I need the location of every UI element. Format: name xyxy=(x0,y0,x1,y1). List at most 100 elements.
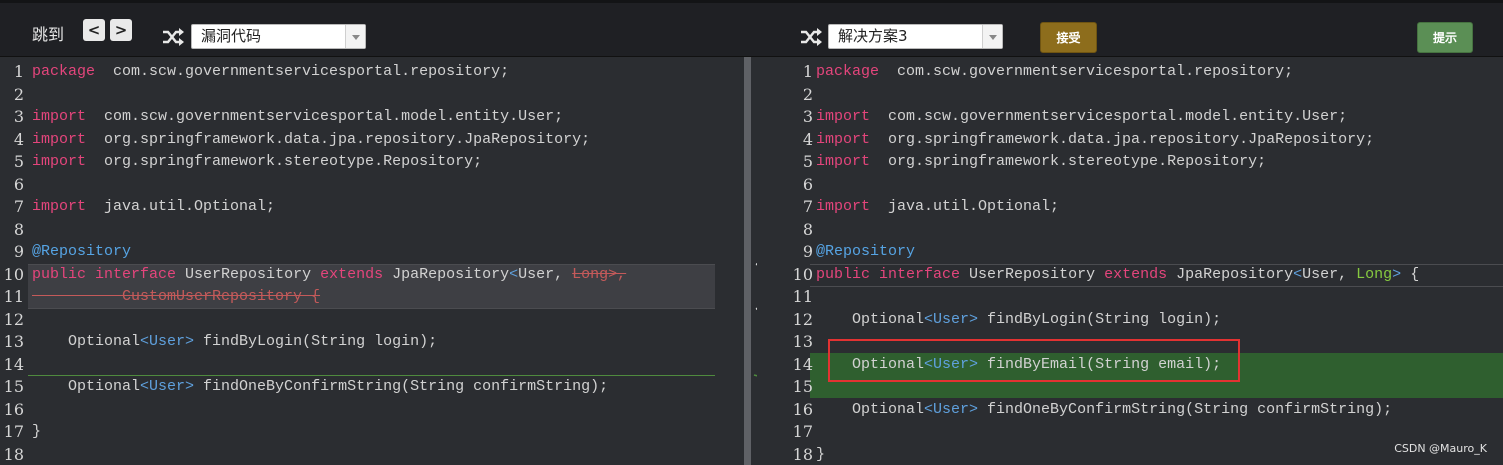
code-text: package com.scw.governmentservicesportal… xyxy=(32,61,509,84)
code-token: import xyxy=(816,198,871,215)
code-text: CustomUserRepository { xyxy=(32,286,320,309)
line-number: 9 xyxy=(802,242,813,261)
line-number: 2 xyxy=(802,84,813,104)
code-token: Long xyxy=(1356,265,1393,283)
line-number: 13 xyxy=(3,332,24,351)
code-line: 2 xyxy=(0,84,742,107)
code-token: <User> xyxy=(140,333,195,350)
line-number: 16 xyxy=(3,399,24,419)
left-code-pane[interactable]: 1 package com.scw.governmentservicesporta… xyxy=(0,57,742,465)
code-token: UserRepository xyxy=(176,265,321,283)
code-line: 9 @Repository xyxy=(757,241,1503,264)
code-token: } xyxy=(816,445,826,463)
code-text: @Repository xyxy=(32,241,131,264)
line-number: 4 xyxy=(13,129,24,149)
code-token: Optional xyxy=(32,378,141,395)
hint-button[interactable]: 提示 xyxy=(1417,22,1473,53)
prev-diff-button[interactable]: < xyxy=(83,19,105,41)
code-line: 6 xyxy=(757,174,1503,197)
code-token: import xyxy=(32,153,87,170)
line-number: 14 xyxy=(3,354,24,374)
line-number: 13 xyxy=(792,332,813,351)
code-token: org.springframework.data.jpa.repository.… xyxy=(86,130,591,148)
code-text: } xyxy=(816,444,825,465)
highlight-box xyxy=(828,339,1240,382)
line-number: 3 xyxy=(13,107,24,126)
code-token: import xyxy=(32,108,87,125)
code-token: import xyxy=(816,153,871,170)
chevron-down-icon[interactable] xyxy=(982,25,1002,48)
code-text: import org.springframework.data.jpa.repo… xyxy=(816,129,1374,152)
code-line: 10 public interface UserRepository extend… xyxy=(0,264,742,287)
jump-label: 跳到 xyxy=(32,25,65,44)
code-token: com.scw.governmentservicesportal.model.e… xyxy=(870,108,1348,125)
shuffle-icon xyxy=(801,28,822,46)
line-number: 16 xyxy=(792,399,813,419)
code-token: < xyxy=(509,265,519,283)
line-number: 8 xyxy=(13,219,24,239)
line-number: 6 xyxy=(13,174,24,194)
code-line: 5 import org.springframework.stereotype.R… xyxy=(0,151,742,174)
line-number: 7 xyxy=(13,197,24,216)
code-token: java.util.Optional; xyxy=(870,198,1060,215)
code-line: 11 xyxy=(757,286,1503,309)
code-token: Optional xyxy=(816,310,925,328)
code-text: import java.util.Optional; xyxy=(816,196,1059,219)
code-token: com.scw.governmentservicesportal.reposit… xyxy=(879,63,1294,80)
code-token: extends xyxy=(320,265,384,283)
code-token: } xyxy=(32,423,42,440)
code-line: 3 import com.scw.governmentservicesportal… xyxy=(757,106,1503,129)
code-line: 4 import org.springframework.data.jpa.rep… xyxy=(0,129,742,152)
chevron-down-icon[interactable] xyxy=(345,25,365,48)
code-line: 7 import java.util.Optional; xyxy=(0,196,742,219)
code-token: interface xyxy=(95,265,177,283)
code-token: org.springframework.stereotype.Repositor… xyxy=(86,153,483,170)
code-line: 17} xyxy=(0,421,742,444)
next-diff-button[interactable]: > xyxy=(110,19,132,41)
code-text: Optional<User> findOneByConfirmString(St… xyxy=(816,399,1392,422)
code-line: 10 public interface UserRepository extend… xyxy=(757,264,1503,287)
code-token: <User> xyxy=(924,400,979,418)
right-source-select[interactable]: 解决方案3 xyxy=(828,24,1003,49)
left-select-value: 漏洞代码 xyxy=(201,27,262,45)
line-number: 9 xyxy=(13,242,24,261)
code-token: JpaRepository xyxy=(383,265,510,283)
code-token: package xyxy=(816,63,880,80)
code-line: 12 xyxy=(0,309,742,332)
code-line: 7 import java.util.Optional; xyxy=(757,196,1503,219)
code-text: package com.scw.governmentservicesportal… xyxy=(816,61,1293,84)
code-token: import xyxy=(32,198,87,215)
code-token: com.scw.governmentservicesportal.reposit… xyxy=(95,63,510,80)
code-token: org.springframework.stereotype.Repositor… xyxy=(870,153,1267,170)
line-number: 12 xyxy=(3,309,24,329)
code-line: 8 xyxy=(757,219,1503,242)
code-line: 11 CustomUserRepository { xyxy=(0,286,742,309)
code-token: Long>, xyxy=(572,265,627,283)
code-text: } xyxy=(32,421,41,444)
code-token: com.scw.governmentservicesportal.model.e… xyxy=(86,108,564,125)
code-line: 4 import org.springframework.data.jpa.rep… xyxy=(757,129,1503,152)
code-text: import com.scw.governmentservicesportal.… xyxy=(32,106,563,129)
code-token: public xyxy=(816,265,871,283)
code-token: Optional xyxy=(816,400,925,418)
code-token: User, xyxy=(518,265,573,283)
code-line: 13 Optional<User> findByLogin(String log… xyxy=(0,331,742,354)
code-token: <User> xyxy=(140,378,195,395)
line-number: 18 xyxy=(792,444,813,464)
left-source-select[interactable]: 漏洞代码 xyxy=(191,24,366,49)
line-number: 1 xyxy=(13,62,24,81)
code-line: 6 xyxy=(0,174,742,197)
code-token: public xyxy=(32,265,87,283)
line-number: 8 xyxy=(802,219,813,239)
right-code-pane[interactable]: 1 package com.scw.governmentservicesporta… xyxy=(757,57,1503,465)
accept-button[interactable]: 接受 xyxy=(1040,22,1097,53)
code-text: public interface UserRepository extends … xyxy=(816,264,1419,287)
code-token: < xyxy=(1293,265,1303,283)
code-line: 3 import com.scw.governmentservicesportal… xyxy=(0,106,742,129)
code-token: findByLogin(String login); xyxy=(194,333,438,350)
toolbar: 跳到 < > 漏洞代码 解决方案3 接受 提示 xyxy=(0,0,1503,57)
code-token: import xyxy=(816,130,871,148)
line-number: 12 xyxy=(792,309,813,329)
